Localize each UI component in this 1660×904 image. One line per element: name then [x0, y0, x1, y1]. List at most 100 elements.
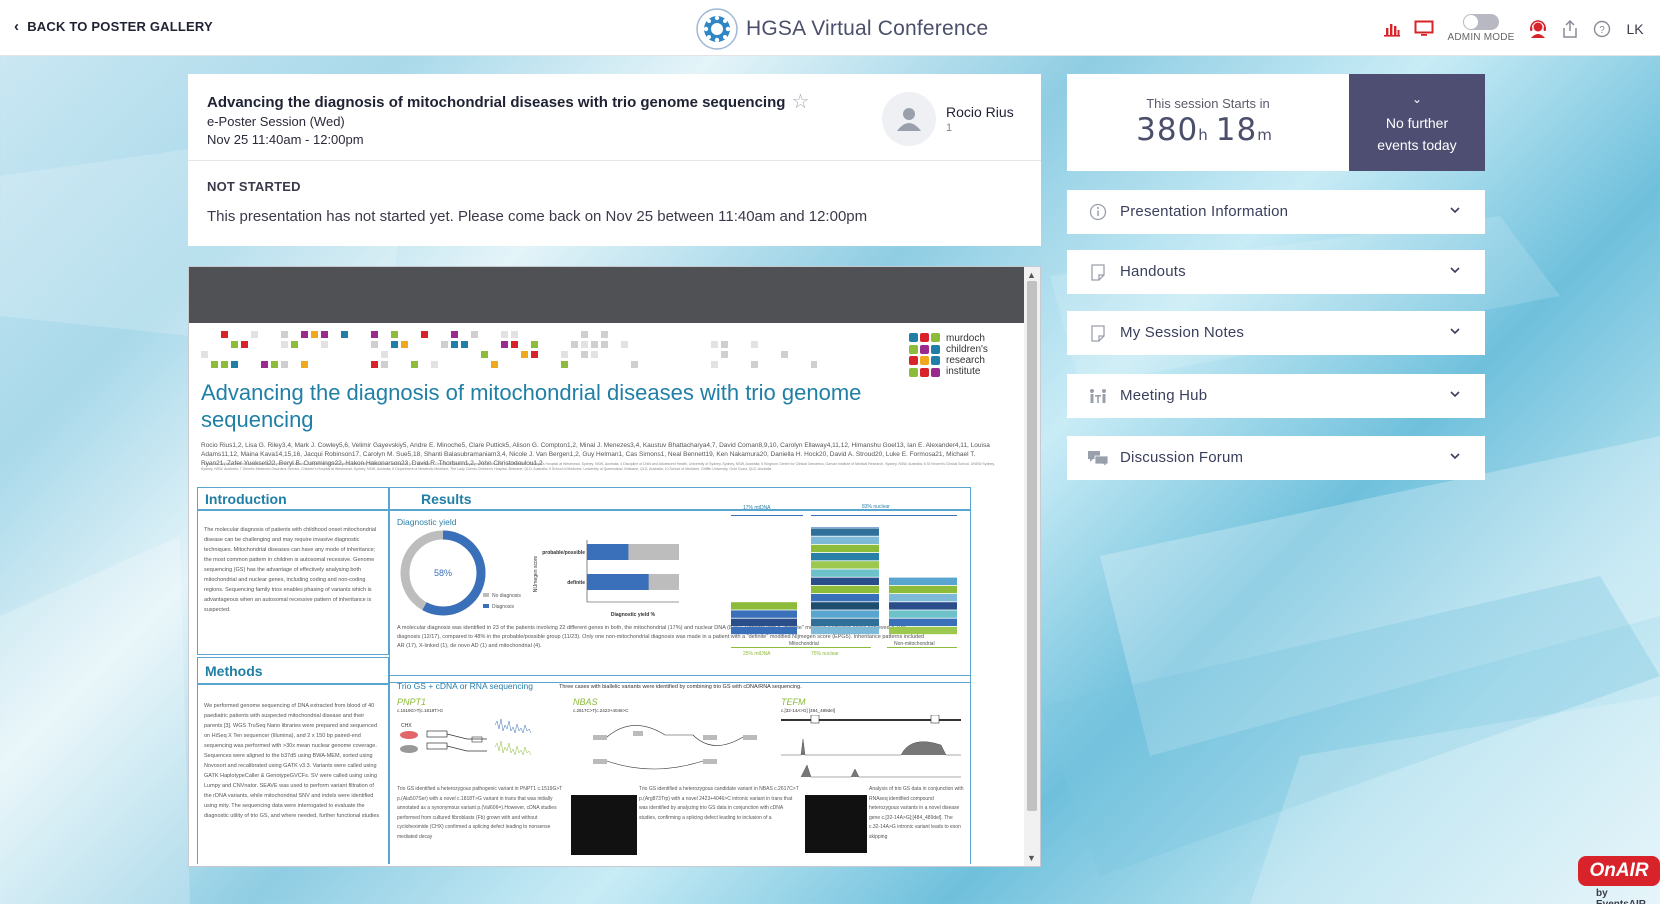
gene3-gel-image — [805, 795, 867, 853]
support-agent-icon[interactable] — [1522, 15, 1554, 43]
viewer-toolbar — [189, 267, 1024, 323]
mosaic-square — [721, 351, 728, 358]
chevron-down-icon — [1450, 207, 1460, 214]
mosaic-square — [201, 351, 208, 358]
mosaic-square — [581, 351, 588, 358]
intro-text: The molecular diagnosis of patients with… — [204, 527, 377, 613]
upcoming-events-panel[interactable]: ⌄ No further events today — [1349, 74, 1485, 171]
info-icon — [1087, 201, 1109, 223]
session-countdown: This session Starts in 380h 18m ⌄ No furt… — [1067, 74, 1485, 171]
gene1-diagram: CHX — [400, 718, 532, 756]
no-events-message: No further events today — [1377, 115, 1457, 153]
gene-block — [811, 544, 879, 553]
scroll-up-icon[interactable]: ▲ — [1027, 270, 1036, 280]
gene-block — [889, 602, 957, 610]
bar-chart-icon[interactable] — [1376, 15, 1408, 43]
header-actions: ADMIN MODE ? LK — [1376, 14, 1652, 43]
mosaic-square — [251, 331, 258, 338]
chevron-left-icon: ‹ — [14, 18, 20, 35]
speaker-affiliation: 1 — [946, 122, 953, 134]
monitor-icon[interactable] — [1408, 15, 1440, 43]
svg-text:?: ? — [1599, 25, 1605, 36]
favorite-star-icon[interactable]: ☆ — [791, 92, 809, 112]
stack-head-mtdna: 17% mtDNA — [743, 505, 771, 511]
gene1-name: PNPT1 — [397, 697, 427, 707]
gene2-diagram — [593, 725, 757, 770]
accordion-handouts[interactable]: Handouts — [1067, 250, 1485, 294]
gene-block — [811, 626, 879, 635]
person-icon — [897, 108, 921, 131]
gene3-text: Analysis of trio GS data in conjunction … — [869, 786, 964, 840]
mosaic-square — [391, 331, 398, 338]
gene-block — [889, 585, 957, 594]
onair-badge[interactable]: OnAIR by EventsAIR — [1578, 856, 1660, 904]
mosaic-square — [501, 331, 508, 338]
back-to-gallery-link[interactable]: ‹ BACK TO POSTER GALLERY — [14, 19, 213, 34]
mosaic-square — [411, 361, 418, 368]
gene-block — [731, 602, 797, 610]
accordion-label: My Session Notes — [1120, 324, 1245, 341]
mosaic-square — [501, 341, 508, 348]
gene-block — [811, 528, 879, 536]
trio-heading: Trio GS + cDNA or RNA sequencing — [397, 681, 533, 691]
user-menu-initials[interactable]: LK — [1618, 21, 1652, 37]
gene-block — [889, 594, 957, 602]
accordion-presentation-information[interactable]: Presentation Information — [1067, 190, 1485, 234]
mosaic-square — [451, 341, 458, 348]
stack-label-non-mitochondrial: Non-mitochondrial — [894, 641, 935, 647]
accordion-my-session-notes[interactable]: My Session Notes — [1067, 311, 1485, 355]
mosaic-square — [301, 361, 308, 368]
help-icon[interactable]: ? — [1586, 15, 1618, 43]
accordion-meeting-hub[interactable]: Meeting Hub — [1067, 374, 1485, 418]
poster-viewer[interactable]: ▲ ▼ murdoch children's research institut… — [188, 266, 1041, 867]
mosaic-square — [241, 341, 248, 348]
mosaic-square — [371, 331, 378, 338]
gene-block — [811, 610, 879, 618]
bar-category-label: definite — [567, 580, 585, 586]
bar-definite — [587, 574, 649, 590]
gene-block — [811, 577, 879, 585]
chat-icon — [1087, 447, 1109, 469]
mosaic-square — [601, 331, 608, 338]
poster-image: murdoch children's research institute Ad… — [197, 329, 1017, 864]
mosaic-square — [381, 351, 388, 358]
mosaic-square — [601, 341, 608, 348]
mosaic-square — [511, 341, 518, 348]
accordion-label: Discussion Forum — [1120, 449, 1244, 466]
admin-mode-toggle[interactable]: ADMIN MODE — [1444, 14, 1518, 43]
speaker-name: Rocio Rius — [946, 104, 1014, 120]
gene3-variant: c.[32-14A>G] [484_489del] — [781, 708, 835, 713]
mosaic-square — [591, 351, 598, 358]
presentation-title-row: Advancing the diagnosis of mitochondrial… — [207, 92, 809, 112]
gene-block — [889, 626, 957, 635]
mosaic-square — [381, 361, 388, 368]
mosaic-square — [281, 331, 288, 338]
top-navigation-bar: ‹ BACK TO POSTER GALLERY HGSA Virtual Co… — [0, 0, 1660, 56]
gene2-gel-image — [571, 795, 637, 855]
toggle-track — [1463, 14, 1499, 30]
mosaic-square — [621, 341, 628, 348]
scrollbar-thumb[interactable] — [1027, 281, 1037, 811]
mosaic-square — [461, 341, 468, 348]
back-link-label: BACK TO POSTER GALLERY — [27, 19, 213, 34]
gene-block — [889, 610, 957, 618]
mosaic-square — [431, 361, 438, 368]
stack-label-mitochondrial: Mitochondrial — [789, 641, 819, 647]
diagnostic-yield-label: Diagnostic yield — [397, 517, 457, 527]
scroll-down-icon[interactable]: ▼ — [1027, 853, 1036, 863]
gene2-variant: c.2617C>T|c.2423+4046>C — [573, 708, 629, 713]
mosaic-square — [531, 341, 538, 348]
mosaic-square — [581, 341, 588, 348]
mcri-logo: murdoch children's research institute — [909, 333, 988, 377]
mcri-logo-icon — [909, 333, 940, 377]
gene-block — [889, 618, 957, 626]
chevron-down-icon: ⌄ — [1411, 92, 1423, 106]
share-icon[interactable] — [1554, 15, 1586, 43]
accordion-discussion-forum[interactable]: Discussion Forum — [1067, 436, 1485, 480]
mosaic-square — [631, 361, 638, 368]
speaker-profile[interactable]: Rocio Rius 1 — [882, 92, 1014, 146]
diagnostic-yield-donut-chart: 58% — [400, 530, 486, 616]
viewer-scrollbar[interactable]: ▲ ▼ — [1024, 267, 1040, 866]
gene-block — [811, 618, 879, 626]
mosaic-square — [221, 361, 228, 368]
